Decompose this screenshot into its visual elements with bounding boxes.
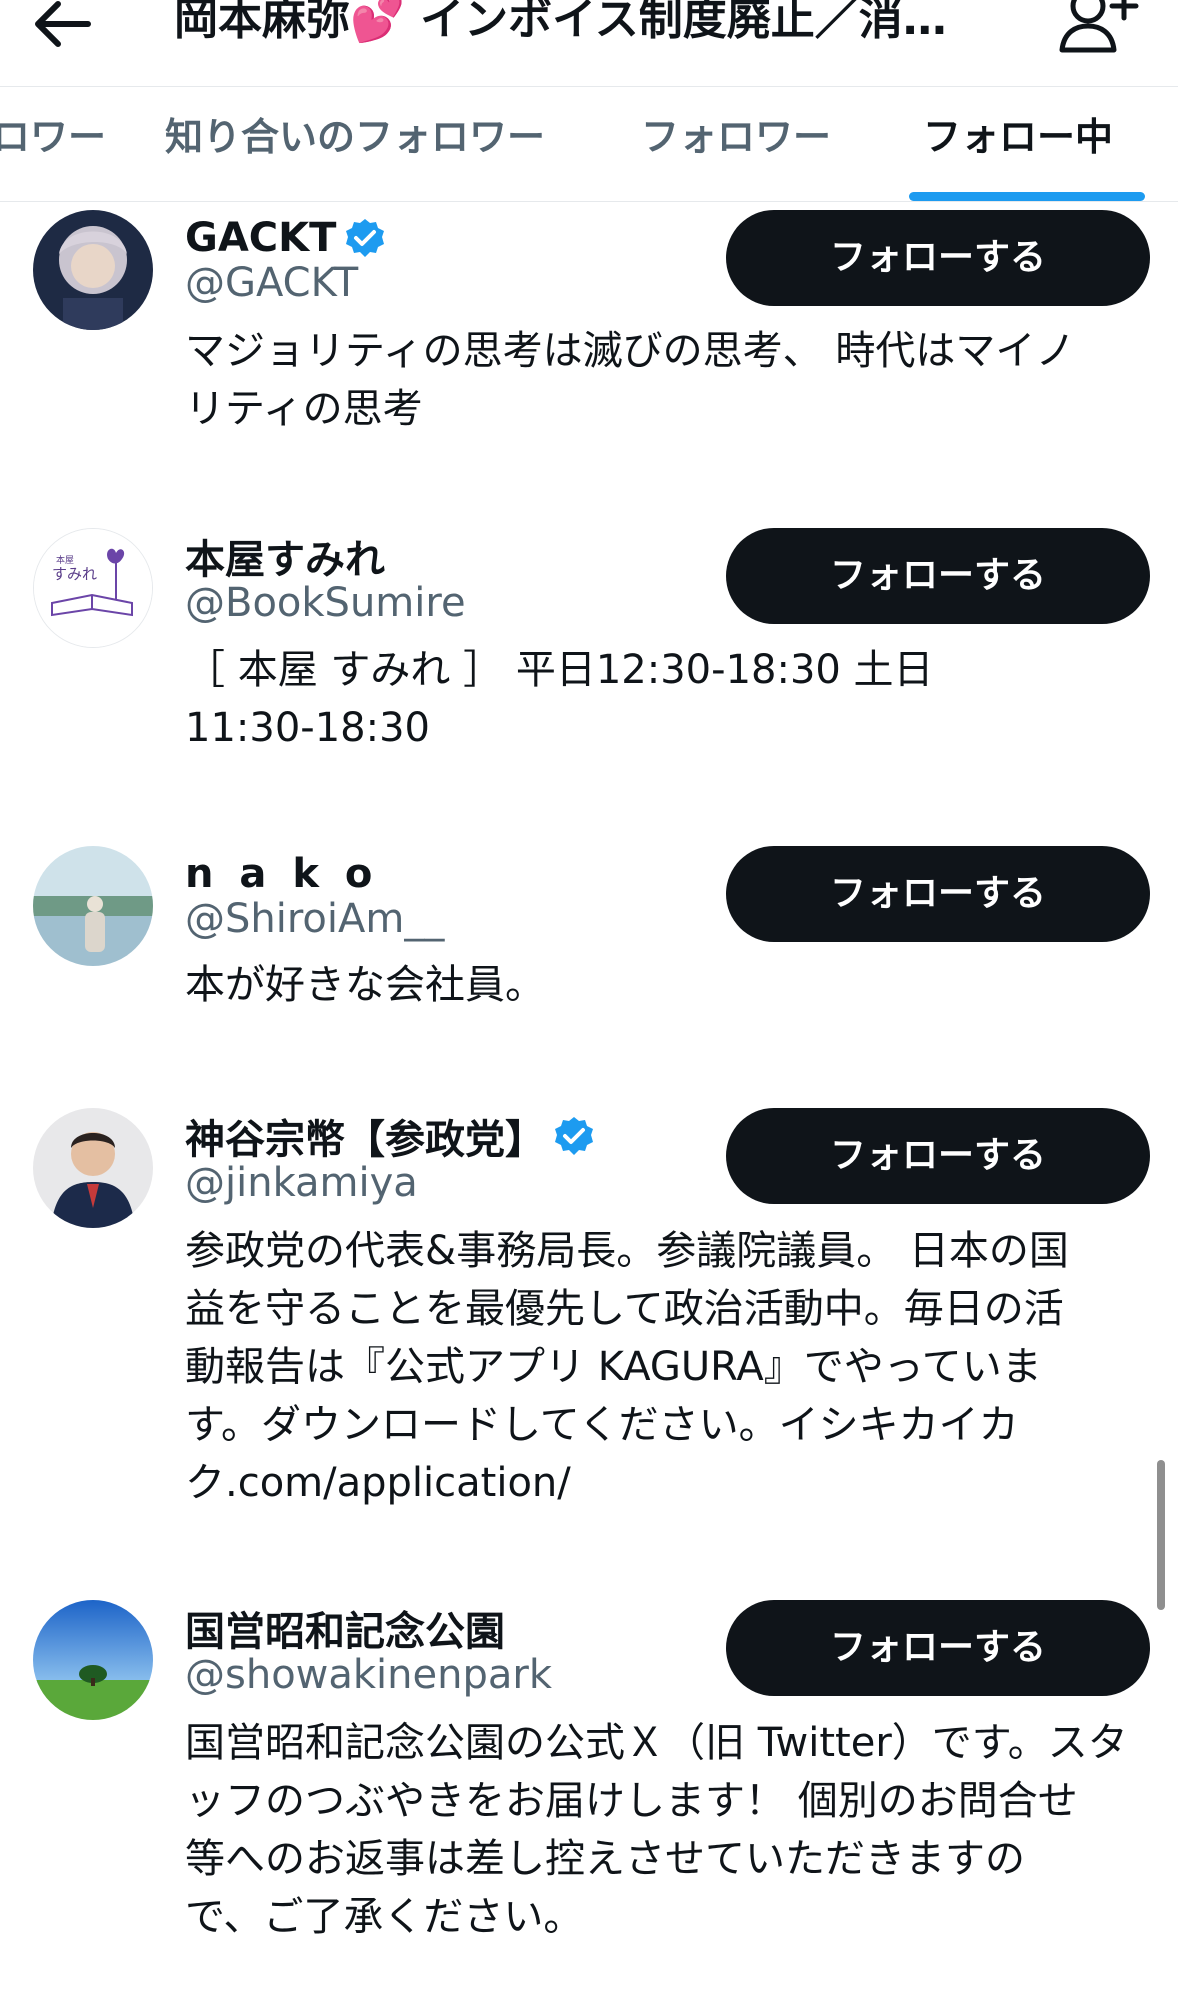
page-title: 岡本麻弥💕 インボイス制度廃止／消…: [174, 0, 947, 45]
bio-line: ［ 本屋 すみれ ］ 平日12:30-18:30 土日: [185, 647, 934, 693]
avatar[interactable]: [33, 846, 153, 966]
user-bio: 本が好きな会社員。: [185, 956, 1145, 1014]
tab-followers-you-know[interactable]: 知り合いのフォロワー: [165, 87, 545, 201]
user-bio: マジョリティの思考は滅びの思考、 時代はマイノ リティの思考: [185, 322, 1145, 438]
follow-button[interactable]: フォローする: [726, 1600, 1150, 1696]
add-user-icon: [1059, 0, 1139, 53]
logo-text: すみれ: [52, 565, 97, 583]
add-user-button[interactable]: [1058, 0, 1140, 54]
user-cell[interactable]: 国営昭和記念公園 @showakinenpark 国営昭和記念公園の公式Ｘ（旧 …: [0, 1600, 1178, 1980]
follow-button[interactable]: フォローする: [726, 528, 1150, 624]
bio-line: ク.com/application/: [185, 1460, 571, 1506]
bio-line: 参政党の代表&事務局長。参議院議員。 日本の国: [185, 1228, 1069, 1274]
user-name[interactable]: GACKT: [185, 215, 336, 261]
follow-button[interactable]: フォローする: [726, 1108, 1150, 1204]
user-cell[interactable]: n a k o @ShiroiAm__ 本が好きな会社員。 フォローする: [0, 846, 1178, 1066]
user-name[interactable]: 神谷宗幣【参政党】: [185, 1107, 545, 1165]
user-handle: @showakinenpark: [185, 1652, 552, 1698]
user-bio: 参政党の代表&事務局長。参議院議員。 日本の国 益を守ることを最優先して政治活動…: [185, 1222, 1145, 1512]
user-cell[interactable]: 本屋 すみれ 本屋すみれ @BookSumire ［ 本屋 すみれ ］ 平日12…: [0, 528, 1178, 808]
bio-line: す。ダウンロードしてください。イシキカイカ: [185, 1402, 1019, 1448]
follow-button[interactable]: フォローする: [726, 210, 1150, 306]
user-name[interactable]: 本屋すみれ: [185, 527, 385, 585]
bio-line: 等へのお返事は差し控えさせていただきますの: [185, 1836, 1025, 1882]
tab-followers-partial[interactable]: ロワー: [0, 87, 106, 201]
avatar[interactable]: 本屋 すみれ: [33, 528, 153, 648]
tab-followers[interactable]: フォロワー: [641, 87, 831, 201]
bio-line: 益を守ることを最優先して政治活動中。毎日の活: [185, 1286, 1064, 1332]
user-handle: @GACKT: [185, 260, 359, 306]
tab-bar: ロワー 知り合いのフォロワー フォロワー フォロー中: [0, 87, 1178, 201]
bio-line: 本が好きな会社員。: [185, 962, 545, 1008]
user-cell[interactable]: GACKT @GACKT マジョリティの思考は滅びの思考、 時代はマイノ リティ…: [0, 210, 1178, 510]
follow-button[interactable]: フォローする: [726, 846, 1150, 942]
user-bio: 国営昭和記念公園の公式Ｘ（旧 Twitter）です。スタ ッフのつぶやきをお届け…: [185, 1714, 1145, 1946]
avatar[interactable]: [33, 210, 153, 330]
scrollbar[interactable]: [1157, 1460, 1165, 1610]
user-name[interactable]: n a k o: [185, 851, 378, 897]
top-bar: 岡本麻弥💕 インボイス制度廃止／消…: [0, 0, 1178, 86]
verified-badge-icon: [346, 219, 385, 257]
avatar[interactable]: [33, 1108, 153, 1228]
bio-line: 国営昭和記念公園の公式Ｘ（旧 Twitter）です。スタ: [185, 1720, 1128, 1766]
user-name[interactable]: 国営昭和記念公園: [185, 1599, 505, 1657]
user-handle: @ShiroiAm__: [185, 896, 445, 942]
user-bio: ［ 本屋 すみれ ］ 平日12:30-18:30 土日 11:30-18:30: [185, 641, 1145, 757]
user-cell[interactable]: 神谷宗幣【参政党】 @jinkamiya 参政党の代表&事務局長。参議院議員。 …: [0, 1108, 1178, 1528]
active-tab-indicator: [909, 192, 1145, 201]
bio-line: 11:30-18:30: [185, 705, 430, 751]
tabs-divider: [0, 201, 1178, 202]
user-handle: @jinkamiya: [185, 1160, 418, 1206]
bio-line: リティの思考: [185, 386, 423, 432]
bio-line: で、ご了承ください。: [185, 1894, 584, 1940]
user-handle: @BookSumire: [185, 580, 466, 626]
verified-badge-icon: [555, 1117, 593, 1155]
tab-following[interactable]: フォロー中: [923, 87, 1113, 201]
bio-line: 動報告は『公式アプリ KAGURA』でやっていま: [185, 1344, 1042, 1390]
avatar[interactable]: [33, 1600, 153, 1720]
bio-line: ッフのつぶやきをお届けします！ 個別のお問合せ: [185, 1778, 1078, 1824]
bio-line: マジョリティの思考は滅びの思考、 時代はマイノ: [185, 328, 1076, 374]
arrow-left-icon: [35, 1, 91, 47]
back-button[interactable]: [28, 0, 98, 54]
